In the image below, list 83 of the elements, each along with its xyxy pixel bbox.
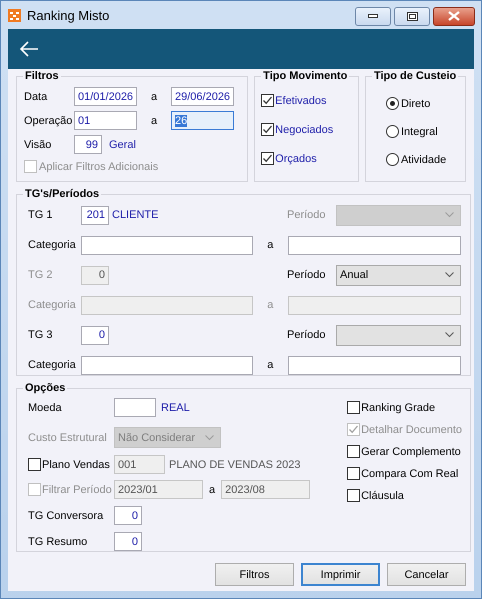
- checkbox-box[interactable]: [347, 467, 360, 480]
- dialog-button[interactable]: Filtros: [215, 563, 294, 586]
- field-label: Categoria: [28, 359, 77, 371]
- radio-button[interactable]: Direto: [386, 97, 460, 110]
- field-label: Custo Estrutural: [28, 432, 108, 444]
- group-title: Tipo Movimento: [261, 70, 350, 82]
- range-separator: a: [267, 359, 274, 371]
- input-field[interactable]: [80, 356, 254, 374]
- checkbox[interactable]: Efetivados: [261, 94, 353, 107]
- checkbox-box[interactable]: [347, 445, 360, 458]
- field-label: Operação: [24, 114, 74, 126]
- minimize-button[interactable]: [355, 6, 391, 26]
- range-separator: a: [151, 90, 158, 102]
- chevron-icon: [445, 272, 454, 278]
- checkbox-box[interactable]: [28, 458, 41, 471]
- input-field[interactable]: [288, 296, 461, 314]
- checkbox-box[interactable]: [347, 489, 360, 502]
- close-button[interactable]: [433, 6, 475, 26]
- checkbox-box[interactable]: [347, 401, 360, 414]
- dialog-button[interactable]: Imprimir: [301, 563, 380, 586]
- input-field[interactable]: [114, 398, 156, 417]
- checkbox-box[interactable]: [261, 94, 274, 107]
- checkbox-box[interactable]: [261, 123, 274, 136]
- radio-button[interactable]: Atividade: [386, 153, 460, 166]
- input-field[interactable]: 99: [74, 135, 102, 154]
- group-title: Filtros: [23, 70, 61, 82]
- group-title: TG's/Períodos: [23, 188, 102, 200]
- field-label: Período: [287, 269, 327, 281]
- field-label: Categoria: [28, 299, 77, 311]
- range-separator: a: [267, 299, 274, 311]
- app-logo-icon: [8, 8, 21, 22]
- checkbox[interactable]: Negociados: [261, 123, 353, 136]
- field-label: Visão: [24, 138, 52, 150]
- input-field[interactable]: [80, 236, 254, 254]
- checkbox[interactable]: Orçados: [261, 152, 353, 165]
- window-title: Ranking Misto: [27, 8, 110, 22]
- chevron-icon: [445, 212, 454, 218]
- field-label: Período: [287, 209, 327, 221]
- field-label: TG Resumo: [28, 536, 88, 548]
- range-separator: a: [151, 114, 158, 126]
- date-field[interactable]: 01/01/2026: [74, 87, 137, 106]
- input-field[interactable]: 001: [114, 455, 165, 474]
- field-label: TG 2: [28, 269, 54, 281]
- input-field[interactable]: 01: [74, 111, 137, 130]
- input-field[interactable]: 0: [114, 506, 142, 525]
- field-label: Categoria: [28, 239, 77, 251]
- radio-button[interactable]: Integral: [386, 125, 460, 138]
- range-separator: a: [209, 484, 216, 496]
- date-field[interactable]: 29/06/2026: [171, 87, 234, 106]
- plan-name: PLANO DE VENDAS 2023: [168, 458, 300, 470]
- back-arrow-icon[interactable]: [19, 41, 39, 57]
- input-field[interactable]: [80, 296, 254, 314]
- field-label: Moeda: [28, 402, 63, 414]
- chevron-icon: [445, 332, 454, 338]
- group-title: Tipo de Custeio: [372, 70, 458, 82]
- input-field[interactable]: 26: [171, 111, 234, 130]
- group-title: Opções: [23, 382, 68, 394]
- chevron-icon: [205, 434, 214, 440]
- field-label: Data: [24, 90, 48, 102]
- group-name: CLIENTE: [111, 209, 160, 221]
- field-label: TG 1: [28, 209, 54, 221]
- field-label: TG 3: [28, 329, 54, 341]
- maximize-icon: [406, 12, 418, 20]
- view-name: Geral: [109, 138, 136, 150]
- input-field[interactable]: 0: [81, 326, 109, 344]
- input-field[interactable]: 0: [114, 532, 142, 551]
- checkbox[interactable]: Ranking Grade: [347, 401, 462, 414]
- field-label: TG Conversora: [28, 510, 104, 522]
- checkbox[interactable]: Compara Com Real: [347, 467, 462, 480]
- currency-name: REAL: [160, 402, 190, 414]
- checkbox-box[interactable]: [261, 152, 274, 165]
- checkbox[interactable]: Cláusula: [347, 489, 462, 502]
- range-separator: a: [267, 239, 274, 251]
- checkbox[interactable]: Gerar Complemento: [347, 445, 462, 458]
- field-label: Período: [287, 329, 327, 341]
- input-field[interactable]: [288, 236, 461, 254]
- maximize-button[interactable]: [394, 6, 430, 26]
- minimize-icon: [368, 14, 378, 18]
- close-icon: [448, 11, 460, 21]
- dialog-button[interactable]: Cancelar: [387, 563, 466, 586]
- checkbox[interactable]: Plano Vendas: [28, 458, 114, 471]
- input-field[interactable]: 201: [81, 206, 109, 224]
- input-field[interactable]: [288, 356, 461, 374]
